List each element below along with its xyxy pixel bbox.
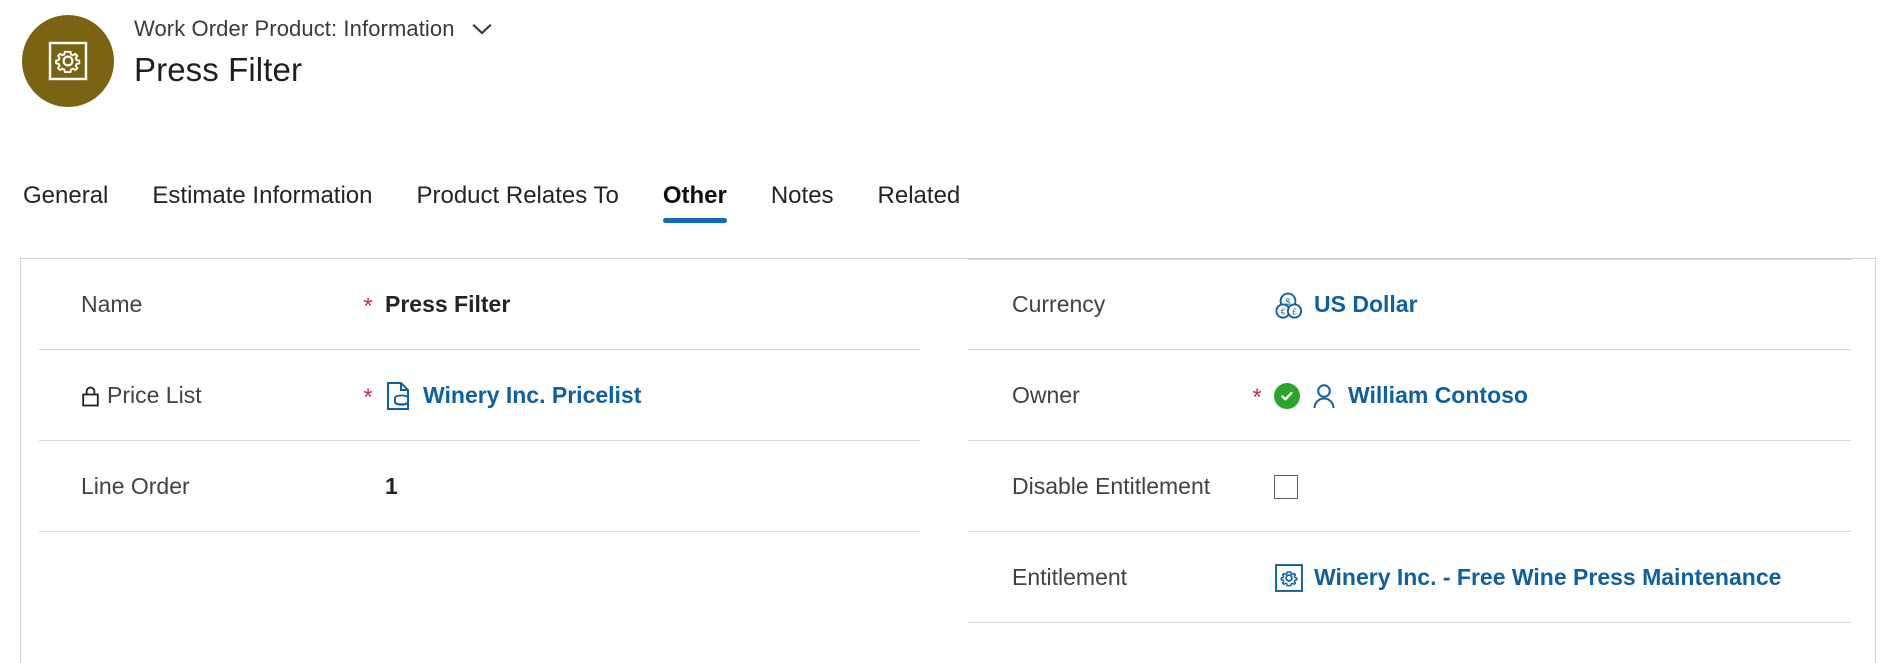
svg-text:£: £ (1292, 307, 1297, 316)
entity-avatar (22, 15, 114, 107)
field-row-owner: Owner * William Contoso (948, 350, 1875, 441)
field-label: Name (21, 291, 351, 318)
field-label-text: Currency (1012, 291, 1106, 317)
name-value: Press Filter (385, 291, 511, 317)
field-label: Owner (948, 382, 1240, 409)
green-check-icon (1274, 382, 1300, 409)
required-indicator-empty: * (1240, 564, 1274, 592)
person-icon (1310, 381, 1338, 411)
header-text-block: Work Order Product: Information Press Fi… (134, 13, 495, 89)
gear-in-square-icon (1274, 563, 1304, 593)
field-label-text: Name (81, 291, 143, 317)
required-indicator-empty: * (1240, 291, 1274, 319)
row-divider (968, 622, 1851, 623)
tab-bar: General Estimate Information Product Rel… (0, 172, 1881, 228)
required-indicator: * (363, 383, 373, 411)
field-row-line-order: Line Order * 1 (21, 441, 948, 532)
form-selector[interactable]: Work Order Product: Information (134, 13, 495, 45)
tab-estimate-information[interactable]: Estimate Information (130, 172, 394, 220)
field-value (1274, 474, 1875, 499)
field-label: Disable Entitlement (948, 473, 1240, 500)
field-value[interactable]: 1 (385, 473, 948, 500)
field-row-currency: Currency * $ € £ US Dollar (948, 259, 1875, 350)
field-label-text: Disable Entitlement (1012, 473, 1211, 499)
chevron-down-icon[interactable] (469, 16, 495, 42)
tab-label: Product Relates To (416, 182, 619, 209)
form-card: Name * Press Filter Price List * Winery … (20, 258, 1876, 663)
lock-icon (81, 385, 100, 407)
field-label: Entitlement (948, 564, 1240, 591)
field-label-text: Owner (1012, 382, 1080, 408)
required-indicator: * (1252, 383, 1262, 411)
tab-general[interactable]: General (20, 172, 130, 220)
entitlement-link[interactable]: Winery Inc. - Free Wine Press Maintenanc… (1314, 564, 1781, 591)
required-indicator-empty: * (1240, 473, 1274, 501)
field-label: Price List (21, 382, 351, 409)
currency-link[interactable]: US Dollar (1314, 291, 1418, 318)
required-indicator-empty: * (351, 473, 385, 501)
tab-other[interactable]: Other (641, 172, 749, 223)
tab-label: Estimate Information (152, 182, 373, 209)
page-title: Press Filter (134, 51, 303, 88)
price-list-link[interactable]: Winery Inc. Pricelist (423, 382, 641, 409)
tab-product-relates-to[interactable]: Product Relates To (394, 172, 640, 220)
form-subtitle: Work Order Product: Information (134, 16, 455, 41)
line-order-value: 1 (385, 473, 398, 499)
field-label: Currency (948, 291, 1240, 318)
disable-entitlement-checkbox[interactable] (1274, 474, 1298, 499)
field-label-text: Price List (107, 382, 202, 408)
currency-coins-icon: $ € £ (1274, 290, 1304, 320)
tab-label: General (23, 182, 109, 209)
svg-text:€: € (1281, 307, 1286, 316)
owner-link[interactable]: William Contoso (1348, 382, 1528, 409)
field-label-text: Entitlement (1012, 564, 1128, 590)
tab-notes[interactable]: Notes (749, 172, 856, 220)
field-value[interactable]: $ € £ US Dollar (1274, 290, 1875, 320)
required-indicator: * (363, 292, 373, 320)
tab-label: Related (877, 182, 961, 209)
gear-in-square-icon (48, 41, 88, 81)
field-value[interactable]: William Contoso (1274, 381, 1875, 411)
field-value[interactable]: Winery Inc. Pricelist (385, 381, 948, 411)
field-row-price-list: Price List * Winery Inc. Pricelist (21, 350, 948, 441)
field-value[interactable]: Press Filter (385, 291, 948, 318)
form-column-left: Name * Press Filter Price List * Winery … (21, 259, 948, 663)
field-label: Line Order (21, 473, 351, 500)
pricelist-document-icon (385, 381, 413, 411)
tab-label: Other (662, 182, 727, 209)
tab-label: Notes (770, 182, 834, 209)
tab-related[interactable]: Related (856, 172, 983, 220)
field-row-entitlement: Entitlement * Winery Inc. - Free Wine Pr… (948, 532, 1875, 623)
field-row-name: Name * Press Filter (21, 259, 948, 350)
form-column-right: Currency * $ € £ US Dollar (948, 259, 1875, 663)
page-header: Work Order Product: Information Press Fi… (0, 0, 1881, 150)
row-divider (39, 531, 920, 532)
field-label-text: Line Order (81, 473, 190, 499)
field-row-disable-entitlement: Disable Entitlement * (948, 441, 1875, 532)
field-value[interactable]: Winery Inc. - Free Wine Press Maintenanc… (1274, 563, 1875, 593)
